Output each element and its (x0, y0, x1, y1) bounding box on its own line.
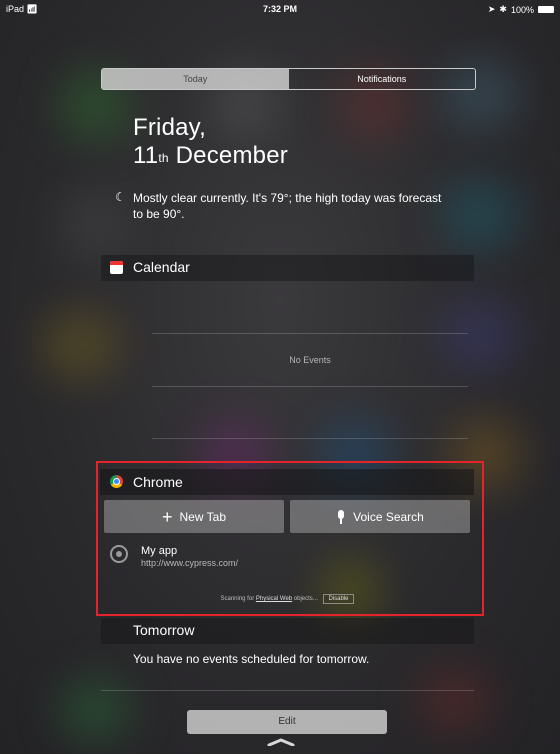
battery-icon (538, 6, 554, 13)
today-notifications-segmented-control: Today Notifications (101, 68, 476, 90)
bluetooth-icon: ✱ (499, 4, 507, 14)
location-icon: ➤ (487, 4, 496, 14)
divider (152, 333, 468, 334)
tomorrow-title: Tomorrow (133, 622, 195, 638)
tomorrow-summary: You have no events scheduled for tomorro… (133, 652, 370, 666)
battery-percent: 100% (510, 4, 534, 15)
month: December (175, 142, 288, 169)
weather-summary: Mostly clear currently. It's 79°; the hi… (133, 191, 442, 221)
date-heading: Friday, 11th December (133, 114, 288, 170)
chrome-widget-highlight (96, 461, 484, 616)
calendar-title: Calendar (133, 259, 190, 275)
tab-notifications[interactable]: Notifications (289, 69, 476, 89)
status-time: 7:32 PM (262, 4, 297, 14)
calendar-icon (110, 261, 123, 274)
weekday: Friday, (133, 114, 206, 141)
moon-icon: ☾ (115, 190, 126, 204)
status-bar: iPad 📶︎ 7:32 PM ➤ ✱ 100% (0, 0, 560, 20)
tab-today[interactable]: Today (102, 69, 289, 89)
edit-button[interactable]: Edit (187, 710, 387, 734)
date-line: 11th December (133, 142, 288, 170)
divider (152, 386, 468, 387)
day-ordinal: th (158, 151, 169, 165)
no-events-label: No Events (289, 355, 331, 365)
status-right: ➤ ✱ 100% (488, 4, 554, 15)
divider (152, 438, 468, 439)
day-number: 11 (133, 142, 159, 169)
divider (101, 690, 474, 691)
grabber-handle-icon[interactable] (267, 738, 295, 746)
